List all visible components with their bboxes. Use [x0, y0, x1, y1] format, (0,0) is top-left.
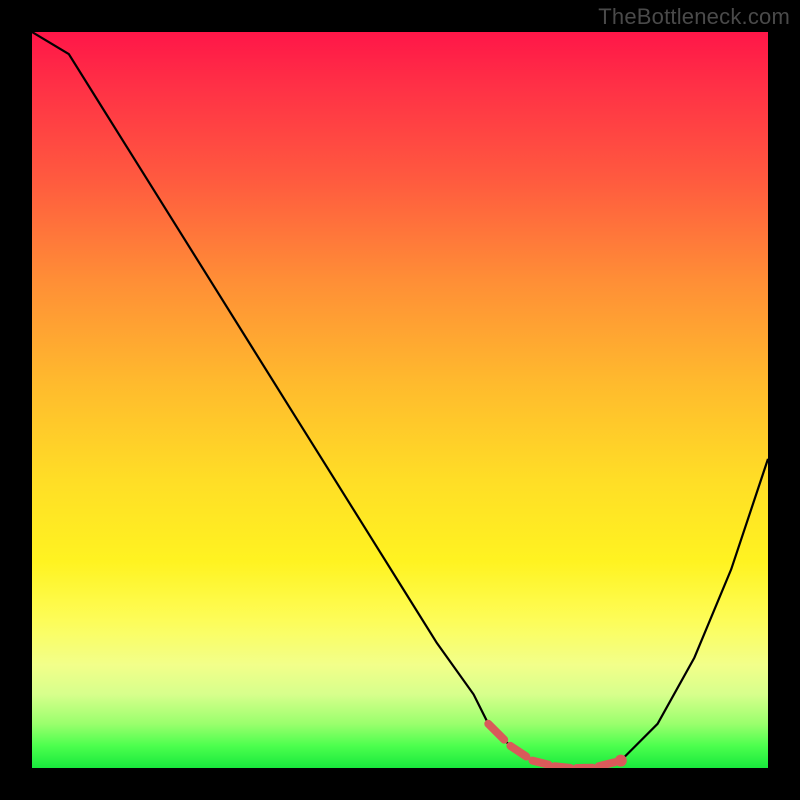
bottleneck-curve-svg: [32, 32, 768, 768]
watermark-text: TheBottleneck.com: [598, 4, 790, 30]
optimal-range-highlight: [488, 724, 614, 768]
current-config-marker: [615, 755, 627, 767]
chart-frame: TheBottleneck.com: [0, 0, 800, 800]
bottleneck-curve-path: [32, 32, 768, 768]
